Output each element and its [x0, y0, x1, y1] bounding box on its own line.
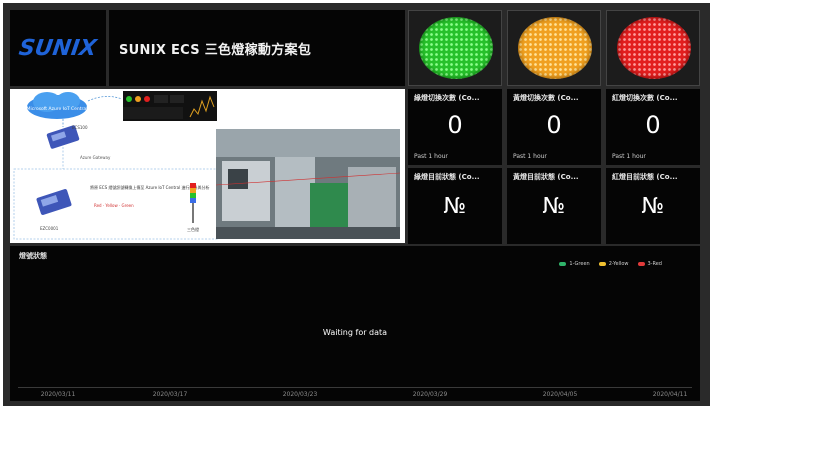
x-tick-label: 2020/03/17 — [152, 391, 188, 398]
green-switch-count-tile[interactable]: 綠燈切換次數 (Co... 0 Past 1 hour — [408, 89, 502, 165]
no-data-value: № — [542, 194, 566, 219]
title-tile: SUNIX ECS 三色燈稼動方案包 — [109, 10, 405, 86]
status-title: 黃燈目前狀態 (Co... — [513, 173, 579, 181]
logo-tile: SUNIX — [10, 10, 106, 86]
svg-text:Red · Yellow · Green: Red · Yellow · Green — [94, 203, 134, 208]
stat-value: 0 — [546, 111, 562, 139]
azure-cloud-icon — [27, 92, 87, 119]
chart-legend: 1-Green 2-Yellow 3-Red — [559, 261, 662, 267]
stat-value: 0 — [645, 111, 661, 139]
green-light-tile[interactable] — [408, 10, 502, 86]
yellow-switch-count-tile[interactable]: 黃燈切換次數 (Co... 0 Past 1 hour — [507, 89, 601, 165]
green-status-tile[interactable]: 綠燈目前狀態 (Co... № — [408, 168, 502, 244]
x-tick-label: 2020/03/29 — [412, 391, 448, 398]
status-title: 綠燈目前狀態 (Co... — [414, 173, 480, 181]
x-tick-label: 2020/04/05 — [542, 391, 578, 398]
chart-title: 燈號狀態 — [19, 252, 47, 260]
legend-item-red[interactable]: 3-Red — [637, 261, 662, 267]
waiting-message: Waiting for data — [322, 328, 388, 337]
status-title: 紅燈目前狀態 (Co... — [612, 173, 678, 181]
sunix-logo: SUNIX — [17, 35, 99, 61]
legend-item-yellow[interactable]: 2-Yellow — [598, 261, 629, 267]
architecture-diagram-graphic: Microsoft Azure IoT Central ECS100 Azure… — [13, 91, 401, 240]
red-status-tile[interactable]: 紅燈目前狀態 (Co... № — [606, 168, 700, 244]
legend-swatch — [637, 262, 645, 266]
x-axis-line — [18, 387, 692, 388]
svg-text:EZC0001: EZC0001 — [40, 226, 59, 231]
no-data-value: № — [641, 194, 665, 219]
stat-title: 綠燈切換次數 (Co... — [414, 94, 480, 102]
no-data-value: № — [443, 194, 467, 219]
red-light-icon — [617, 17, 691, 79]
tower-light-icon — [190, 183, 196, 223]
yellow-status-tile[interactable]: 黃燈目前狀態 (Co... № — [507, 168, 601, 244]
yellow-light-icon — [518, 17, 592, 79]
mini-dashboard-thumbnail — [123, 91, 217, 121]
svg-text:Azure Gateway: Azure Gateway — [80, 155, 111, 160]
green-light-icon — [419, 17, 493, 79]
legend-item-green[interactable]: 1-Green — [559, 261, 590, 267]
cloud-label: Microsoft Azure IoT Central — [27, 106, 88, 112]
yellow-light-tile[interactable] — [507, 10, 601, 86]
gateway-device-icon — [36, 189, 72, 215]
light-status-chart-tile[interactable]: 燈號狀態 1-Green 2-Yellow 3-Red Waiting for … — [10, 246, 700, 401]
x-tick-label: 2020/04/11 — [652, 391, 688, 398]
legend-swatch — [598, 262, 606, 266]
svg-text:三色燈: 三色燈 — [187, 226, 199, 232]
x-tick-label: 2020/03/11 — [40, 391, 76, 398]
stat-period: Past 1 hour — [513, 153, 547, 160]
dashboard-title: SUNIX ECS 三色燈稼動方案包 — [119, 42, 312, 58]
stat-value: 0 — [447, 111, 463, 139]
red-switch-count-tile[interactable]: 紅燈切換次數 (Co... 0 Past 1 hour — [606, 89, 700, 165]
stat-title: 黃燈切換次數 (Co... — [513, 94, 579, 102]
red-light-tile[interactable] — [606, 10, 700, 86]
stat-title: 紅燈切換次數 (Co... — [612, 94, 678, 102]
stat-period: Past 1 hour — [414, 153, 448, 160]
x-tick-label: 2020/03/23 — [282, 391, 318, 398]
stat-period: Past 1 hour — [612, 153, 646, 160]
svg-text:ECS100: ECS100 — [72, 125, 88, 130]
legend-swatch — [559, 262, 567, 266]
factory-photo — [215, 129, 401, 239]
architecture-diagram: Microsoft Azure IoT Central ECS100 Azure… — [10, 89, 405, 243]
dashboard: SUNIX SUNIX ECS 三色燈稼動方案包 Microsoft Azure… — [3, 3, 710, 406]
